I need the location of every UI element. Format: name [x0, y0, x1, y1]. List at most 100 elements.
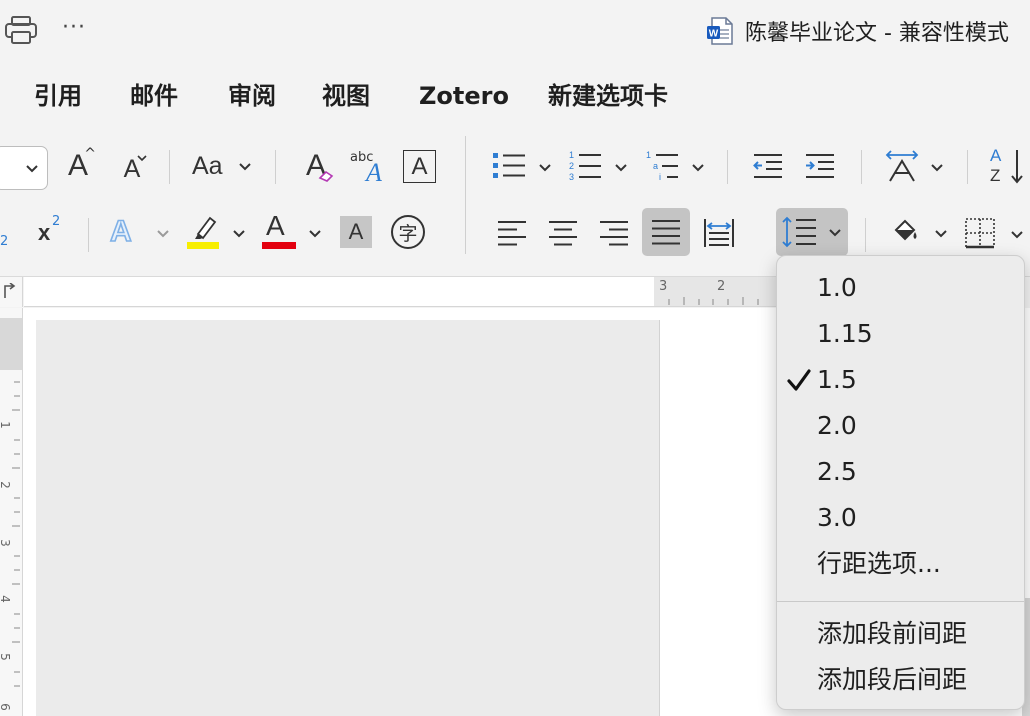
tab-mailings[interactable]: 邮件 [130, 72, 178, 120]
sort-arrow-icon [1011, 150, 1023, 184]
menu-item-label: 添加段前间距 [817, 619, 968, 648]
page-margin-panel[interactable] [36, 320, 660, 716]
align-right-button[interactable] [592, 212, 636, 254]
borders-icon [965, 218, 995, 249]
checkmark-icon [785, 358, 813, 402]
tab-new[interactable]: 新建选项卡 [548, 72, 668, 120]
superscript-x: x [38, 220, 51, 245]
menu-item-label: 行距选项... [817, 549, 941, 578]
vertical-ruler: 1 2 3 4 5 6 [0, 308, 23, 716]
menu-item-label: 1.0 [817, 273, 857, 302]
distributed-button[interactable] [697, 212, 741, 254]
font-color-button[interactable]: A [262, 210, 326, 254]
change-case-button[interactable]: Aa [192, 144, 256, 188]
multilevel-list-icon: 1 a i [646, 150, 678, 182]
menu-item-1-5[interactable]: 1.5 [777, 358, 1024, 402]
enclose-characters-button[interactable]: 字 [391, 215, 425, 249]
character-border-icon: A [411, 152, 428, 180]
tab-stop-icon [4, 283, 16, 298]
chevron-down-icon [239, 163, 251, 171]
ruler-ticks [668, 297, 759, 305]
tab-references[interactable]: 引用 [34, 72, 82, 120]
font-size-dropdown[interactable] [0, 146, 48, 190]
svg-text:a: a [653, 161, 658, 171]
borders-button[interactable] [964, 212, 1030, 254]
menu-item-label: 3.0 [817, 503, 857, 532]
clear-formatting-button[interactable]: A [298, 144, 334, 188]
menu-item-1-0[interactable]: 1.0 [777, 266, 1024, 310]
print-icon[interactable] [2, 12, 40, 48]
enclose-characters-icon: 字 [398, 222, 418, 245]
menu-item-add-space-after[interactable]: 添加段后间距 [777, 658, 1024, 702]
chevron-down-icon [539, 164, 551, 172]
document-title: W 陈馨毕业论文 - 兼容性模式 [706, 14, 1009, 48]
caret-up-icon: ^ [84, 146, 96, 162]
line-spacing-button[interactable] [776, 208, 848, 256]
tab-selector[interactable] [0, 277, 23, 307]
grow-font-button[interactable]: A ^ [60, 144, 96, 188]
tab-review[interactable]: 审阅 [228, 72, 276, 120]
superscript-icon: 2 [52, 214, 61, 229]
svg-text:1: 1 [569, 150, 574, 160]
align-left-button[interactable] [490, 212, 534, 254]
bullet-list-icon [493, 153, 525, 178]
line-spacing-icon [782, 216, 816, 248]
menu-item-add-space-before[interactable]: 添加段前间距 [777, 612, 1024, 656]
text-effects-button[interactable]: A [109, 210, 174, 254]
subscript-button[interactable]: 2 [0, 212, 14, 252]
menu-item-label: 添加段后间距 [817, 665, 968, 694]
text-direction-icon [885, 150, 919, 182]
menu-item-label: 1.5 [817, 365, 857, 394]
increase-indent-button[interactable] [802, 148, 838, 186]
menu-item-1-15[interactable]: 1.15 [777, 312, 1024, 356]
tab-zotero[interactable]: Zotero [419, 72, 509, 120]
chevron-down-icon [233, 230, 245, 238]
menu-item-2-5[interactable]: 2.5 [777, 450, 1024, 494]
chevron-down-icon [1011, 231, 1023, 239]
word-doc-icon: W [707, 17, 733, 45]
svg-text:2: 2 [569, 161, 574, 171]
character-shading-button[interactable]: A [340, 216, 372, 248]
more-options-button[interactable]: ··· [56, 16, 92, 44]
numbered-list-icon: 1 2 3 [569, 150, 601, 182]
character-shading-icon: A [348, 219, 364, 244]
decrease-indent-button[interactable] [750, 148, 786, 186]
menu-item-2-0[interactable]: 2.0 [777, 404, 1024, 448]
align-center-button[interactable] [541, 212, 585, 254]
superscript-button[interactable]: x 2 [36, 212, 66, 252]
tab-view[interactable]: 视图 [322, 72, 370, 120]
svg-text:3: 3 [569, 172, 574, 182]
sort-button[interactable]: A Z [988, 146, 1030, 188]
text-direction-button[interactable] [884, 148, 946, 186]
align-center-icon [549, 221, 577, 246]
menu-item-line-spacing-options[interactable]: 行距选项... [777, 542, 1024, 586]
align-left-icon [498, 221, 526, 246]
ribbon-tabs: 引用 邮件 审阅 视图 Zotero 新建选项卡 [0, 72, 1030, 120]
paint-bucket-icon [894, 219, 917, 241]
character-border-button[interactable]: A [403, 150, 436, 183]
phonetic-a-icon: A [366, 158, 382, 187]
multilevel-list-button[interactable]: 1 a i [645, 148, 707, 186]
sort-z-label: Z [990, 166, 1001, 185]
justify-icon [652, 220, 680, 245]
numbering-button[interactable]: 1 2 3 [568, 148, 630, 186]
bullets-button[interactable] [492, 148, 554, 186]
chevron-down-icon [829, 229, 841, 237]
chevron-down-icon [309, 230, 321, 238]
shrink-font-button[interactable]: A [114, 144, 150, 188]
phonetic-guide-button[interactable]: abc A [350, 144, 390, 188]
menu-item-label: 2.0 [817, 411, 857, 440]
eraser-icon [318, 170, 334, 182]
sort-a-label: A [990, 146, 1002, 165]
highlight-button[interactable] [186, 210, 250, 254]
menu-item-3-0[interactable]: 3.0 [777, 496, 1024, 540]
chevron-down-icon [935, 230, 947, 238]
subscript-icon: 2 [0, 234, 9, 249]
align-right-icon [600, 221, 628, 246]
justify-button[interactable] [642, 208, 690, 256]
caret-down-icon [137, 155, 147, 162]
chevron-down-icon [157, 230, 169, 238]
title-bar: ··· W 陈馨毕业论文 - 兼容性模式 [0, 0, 1030, 62]
shading-button[interactable] [890, 212, 952, 254]
ruler-text-area: 3 2 [654, 277, 784, 307]
